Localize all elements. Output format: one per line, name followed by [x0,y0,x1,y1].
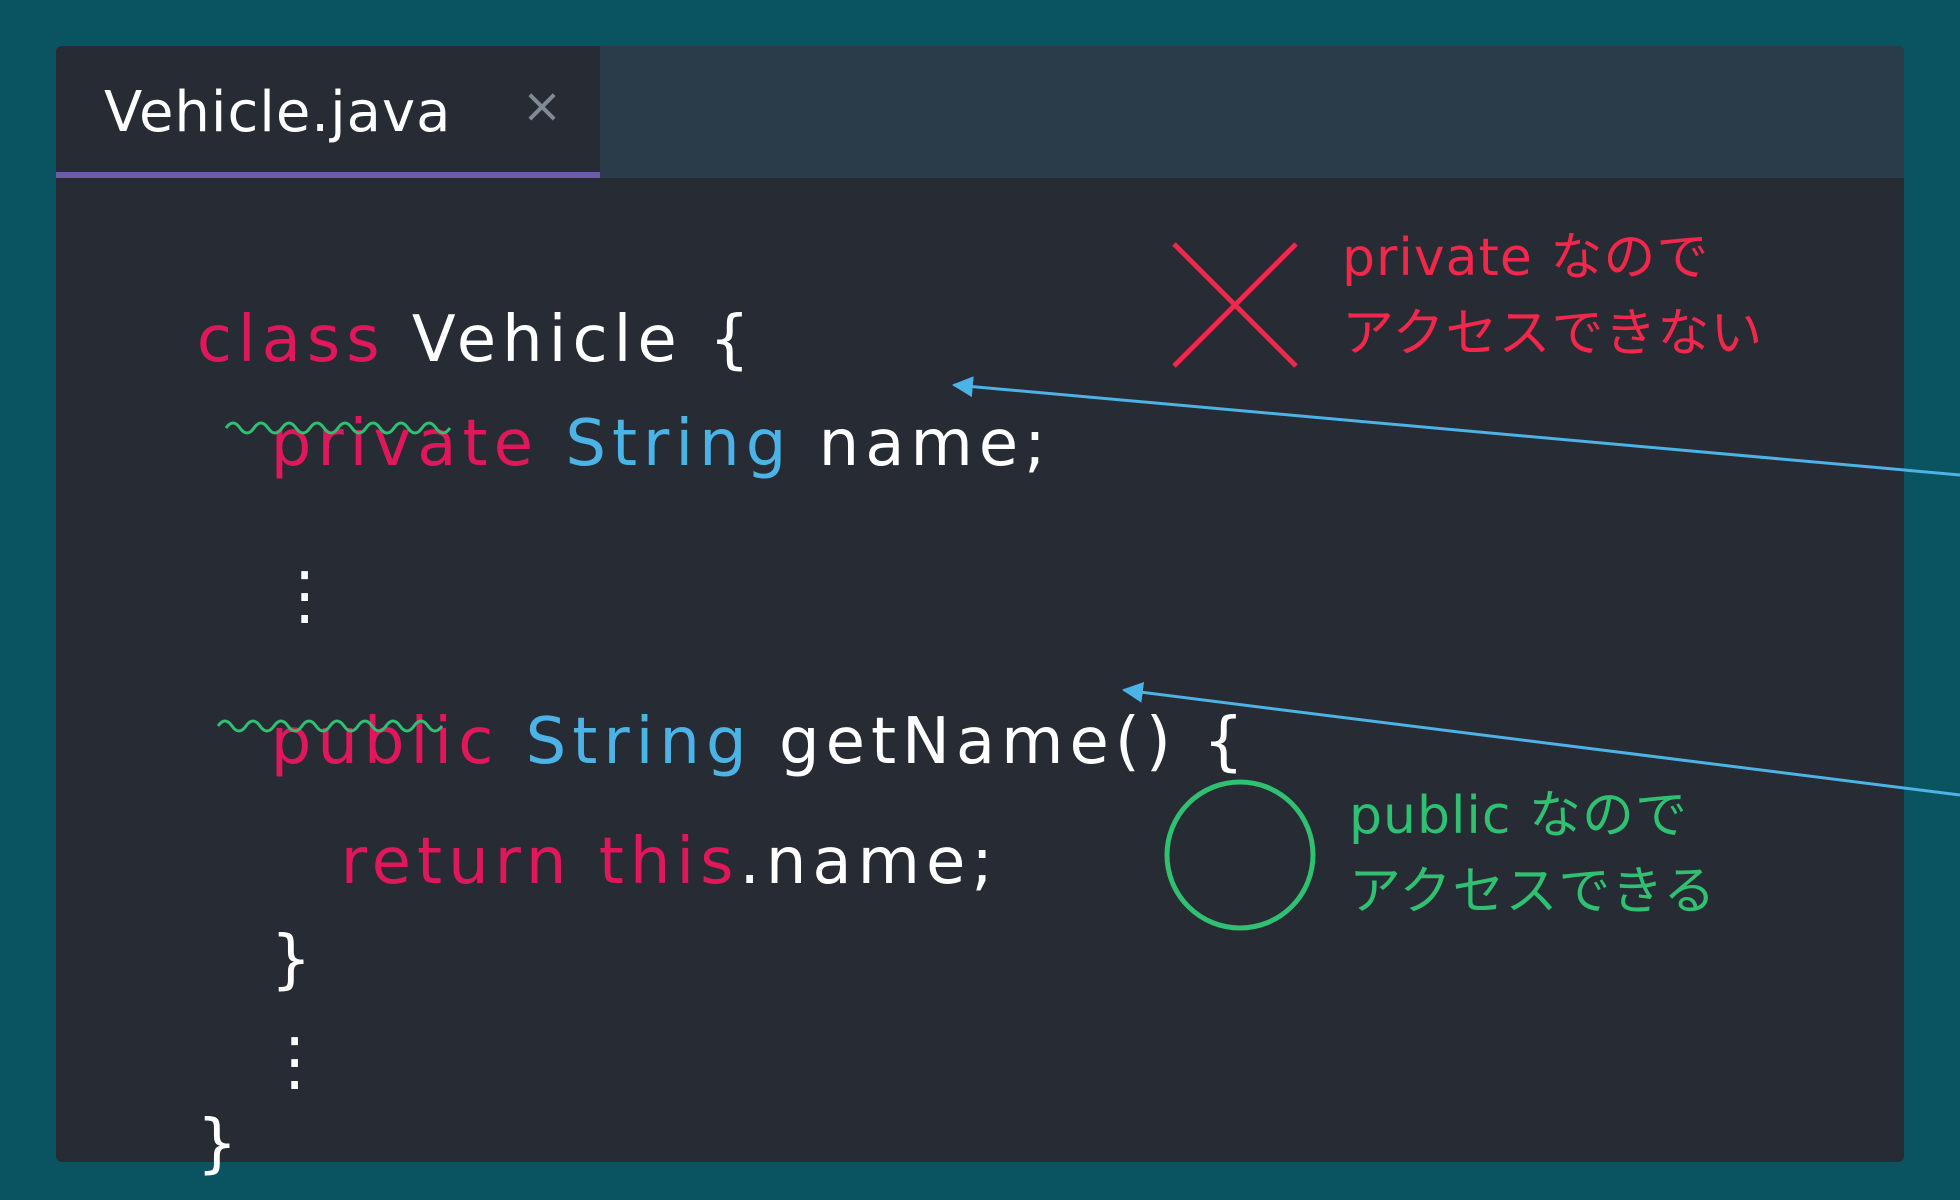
public-annotation: public なので アクセスできる [1349,778,1716,930]
private-annotation-line-2: アクセスできない [1342,304,1764,364]
public-annotation-line-1: public なので [1349,786,1688,846]
annotation-overlay [216,242,1960,931]
private-annotation-line-1: private なので [1342,228,1710,288]
squiggle-underline-private [224,421,452,435]
arrow-to-name-field [951,376,1960,477]
squiggle-underline-public [216,719,444,733]
cross-icon [1172,242,1298,368]
private-annotation: private なので アクセスできない [1342,220,1763,372]
circle-icon [1164,779,1316,931]
public-annotation-line-2: アクセスできる [1349,862,1717,922]
